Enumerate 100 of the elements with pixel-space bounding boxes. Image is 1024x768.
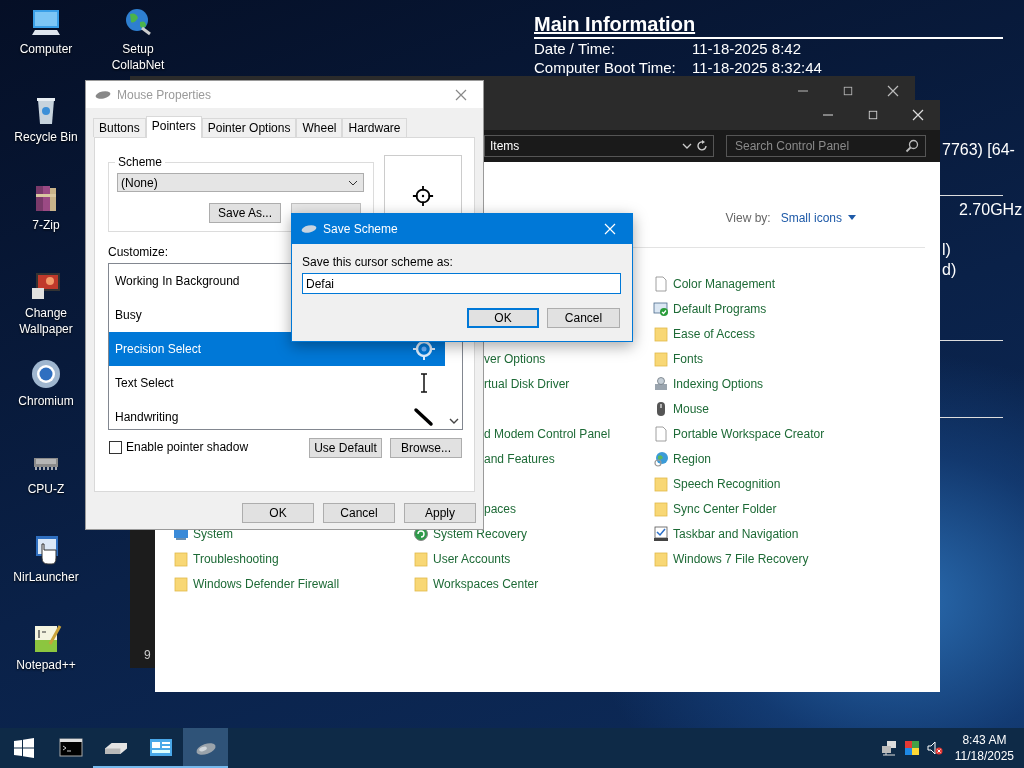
control-panel-link[interactable]: rtual Disk Driver [484,376,570,391]
document-icon [653,275,669,292]
network-icon[interactable] [881,740,898,756]
window-title: Save Scheme [323,222,399,236]
volume-muted-icon[interactable] [927,740,944,756]
icon-label: 7-Zip [31,217,61,233]
monitor-icon[interactable] [30,270,62,302]
icon-label: NirLauncher [12,569,80,585]
caret-icon[interactable] [848,215,856,221]
control-panel-link[interactable]: Portable Workspace Creator [673,426,825,441]
folder-icon [653,350,669,367]
dialog-button[interactable]: Cancel [323,503,395,523]
globe-icon [653,450,669,467]
chevron-down-icon[interactable] [682,141,692,151]
control-panel-link[interactable]: System Recovery [433,526,528,541]
info-label: Computer Boot Time: [534,58,677,77]
start-icon[interactable] [14,738,34,758]
control-panel-link[interactable]: User Accounts [433,551,511,566]
info-text: 2.70GHz [959,200,1023,220]
tab[interactable]: Pointer Options [201,118,297,137]
control-panel-link[interactable]: Region [673,451,712,466]
scroll-down-icon[interactable] [448,417,459,425]
control-panel-link[interactable]: Fonts [673,351,703,366]
maximize-icon[interactable] [842,86,853,96]
icon-label: CPU-Z [26,481,66,497]
control-panel-link[interactable]: Windows Defender Firewall [193,576,340,591]
control-panel-link[interactable]: Ease of Access [673,326,756,341]
control-panel-link[interactable]: Taskbar and Navigation [673,526,799,541]
info-text: d) [942,260,957,280]
minimize-icon[interactable] [796,90,809,92]
tab[interactable]: Pointers [145,116,202,138]
control-panel-link[interactable]: Indexing Options [673,376,764,391]
clock[interactable]: 8:43 AM 11/18/2025 [954,732,1014,764]
drive-icon [104,742,127,754]
control-panel-link[interactable]: d Modem Control Panel [484,426,611,441]
icon-label: Recycle Bin [13,129,79,145]
dialog-button[interactable]: OK [467,308,539,328]
caret-icon[interactable] [348,179,358,186]
tab[interactable]: Wheel [296,118,343,137]
control-panel-link[interactable]: ver Options [484,351,546,366]
scheme-dropdown[interactable]: (None) [117,173,364,192]
tab[interactable]: Hardware [342,118,407,137]
search-field[interactable]: Search Control Panel [726,135,926,157]
terminal-icon [58,736,83,760]
view-by-dropdown[interactable]: Small icons [780,210,856,226]
control-panel-link[interactable]: System [193,526,233,541]
icon-label: Computer [18,41,74,57]
text-cursor-icon [420,373,428,393]
color-squares-icon[interactable] [904,740,921,756]
folder-icon [653,500,669,517]
folder-icon [653,325,669,342]
control-panel-link[interactable]: Color Management [673,276,776,291]
view-by-label: View by: [725,210,771,226]
window-title: Mouse Properties [117,87,213,102]
mouse-icon [95,89,111,100]
dialog-button[interactable]: Use Default [309,438,382,458]
info-value: 11-18-2025 8:32:44 [692,58,822,77]
folder-icon [653,475,669,492]
input-field[interactable]: Defai [302,273,621,294]
sphere-icon[interactable] [30,358,62,390]
folder-icon [653,550,669,567]
mouse-icon [301,224,317,234]
tab[interactable]: Buttons [93,118,146,137]
folder-icon [413,575,429,592]
icon-label: Chromium [17,393,75,409]
list-item[interactable]: Text Select [109,366,445,400]
dialog-button[interactable]: Cancel [547,308,620,328]
control-panel-link[interactable]: Mouse [673,401,710,416]
info-heading: Main Information [534,12,1003,39]
checkbox[interactable] [109,440,122,454]
control-panel-link[interactable]: Troubleshooting [193,551,279,566]
icon-label: Setup CollabNet [110,41,166,73]
folder-icon [173,575,189,592]
window-check-icon [653,300,669,317]
status-text: 9 [144,648,151,662]
dialog-button[interactable]: Apply [404,503,476,523]
dialog-button[interactable]: OK [242,503,314,523]
dialog-button[interactable]: Browse... [390,438,462,458]
maximize-icon[interactable] [867,110,878,120]
control-panel-link[interactable]: Speech Recognition [673,476,781,491]
control-panel-link[interactable]: Workspaces Center [433,576,539,591]
control-panel-link[interactable]: paces [484,501,517,516]
checkbox-label: Enable pointer shadow [126,440,249,454]
list-item[interactable]: Handwriting [109,400,445,429]
control-panel-link[interactable]: Default Programs [673,301,767,316]
crosshair-icon [412,185,434,207]
control-panel-link[interactable]: and Features [484,451,555,466]
icon-label: Change Wallpaper [18,305,74,337]
refresh-icon[interactable] [695,139,709,153]
icon-label: Notepad++ [15,657,77,673]
control-panel-link[interactable]: Windows 7 File Recovery [673,551,809,566]
address-bar[interactable]: Items [484,135,714,157]
close-icon[interactable] [886,85,899,97]
save-as-button[interactable]: Save As... [209,203,281,223]
minimize-icon[interactable] [821,114,834,116]
customize-label: Customize: [108,245,170,259]
group-label: Scheme [115,155,166,169]
control-panel-link[interactable]: Sync Center Folder [673,501,777,516]
info-text: 7763) [64- [942,140,1015,160]
search-icon[interactable] [905,139,919,153]
